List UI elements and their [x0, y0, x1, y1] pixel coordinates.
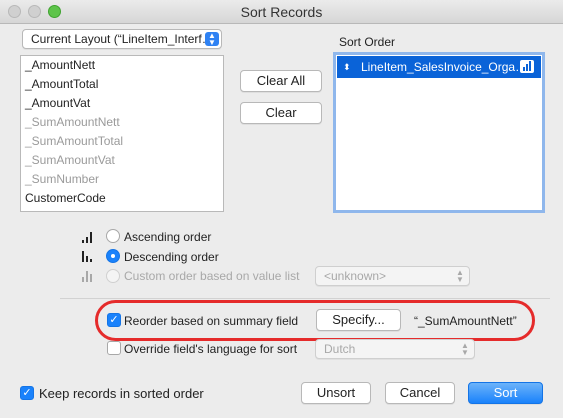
- specify-button[interactable]: Specify...: [316, 309, 401, 331]
- custom-order-icon: [82, 270, 94, 282]
- field-list-item[interactable]: _SumAmountNett: [25, 113, 120, 132]
- reorder-summary-checkbox[interactable]: ✓: [107, 313, 121, 327]
- field-list-item[interactable]: _SumNumber: [25, 170, 99, 189]
- sort-order-row[interactable]: ⬍ LineItem_SalesInvoice_Orga…: [337, 56, 541, 78]
- clear-all-button[interactable]: Clear All: [240, 70, 322, 92]
- summary-sort-icon: [520, 60, 534, 73]
- field-list-item[interactable]: _SumAmountVat: [25, 151, 115, 170]
- custom-order-label: Custom order based on value list: [124, 269, 300, 283]
- language-popup[interactable]: Dutch ▲ ▼: [315, 339, 475, 359]
- separator: [60, 298, 550, 299]
- window-title: Sort Records: [240, 4, 323, 20]
- sort-order-list[interactable]: ⬍ LineItem_SalesInvoice_Orga…: [333, 52, 545, 213]
- popup-stepper-icon: ▲ ▼: [461, 341, 469, 357]
- ascending-order-radio[interactable]: [106, 229, 120, 243]
- descending-order-radio[interactable]: [106, 249, 120, 263]
- language-popup-value: Dutch: [324, 342, 356, 356]
- reorder-handle-icon[interactable]: ⬍: [343, 56, 351, 78]
- override-language-checkbox[interactable]: [107, 341, 121, 355]
- descending-order-label: Descending order: [124, 250, 219, 264]
- title-bar: Sort Records: [0, 0, 563, 24]
- sort-button[interactable]: Sort: [468, 382, 543, 404]
- popup-stepper-icon: ▲ ▼: [205, 32, 219, 47]
- descending-order-icon: [82, 250, 94, 262]
- field-list[interactable]: _AmountNett _AmountTotal _AmountVat _Sum…: [20, 55, 224, 212]
- field-list-item[interactable]: _AmountTotal: [25, 75, 98, 94]
- ascending-order-label: Ascending order: [124, 230, 212, 244]
- clear-button[interactable]: Clear: [240, 102, 322, 124]
- value-list-popup[interactable]: <unknown> ▲ ▼: [315, 266, 470, 286]
- sort-order-row-label: LineItem_SalesInvoice_Orga…: [361, 60, 528, 74]
- override-language-label: Override field's language for sort: [124, 342, 298, 356]
- ascending-order-icon: [82, 231, 94, 243]
- field-list-item[interactable]: _SumAmountTotal: [25, 132, 123, 151]
- keep-sorted-checkbox[interactable]: ✓: [20, 386, 34, 400]
- cancel-button[interactable]: Cancel: [385, 382, 455, 404]
- reorder-summary-label: Reorder based on summary field: [124, 314, 299, 328]
- layout-popup-value: Current Layout (“LineItem_Interf…: [31, 32, 214, 46]
- keep-sorted-label: Keep records in sorted order: [39, 386, 204, 401]
- field-list-item[interactable]: CustomerCode: [25, 189, 106, 208]
- custom-order-radio[interactable]: [106, 269, 120, 283]
- summary-field-value: “_SumAmountNett”: [414, 314, 517, 328]
- sort-records-dialog: Sort Records Current Layout (“LineItem_I…: [0, 0, 563, 418]
- value-list-popup-value: <unknown>: [324, 269, 387, 283]
- field-list-item[interactable]: _AmountNett: [25, 56, 95, 75]
- sort-order-label: Sort Order: [339, 35, 396, 49]
- field-list-item[interactable]: _AmountVat: [25, 94, 90, 113]
- unsort-button[interactable]: Unsort: [301, 382, 371, 404]
- popup-stepper-icon: ▲ ▼: [456, 268, 464, 284]
- layout-popup[interactable]: Current Layout (“LineItem_Interf… ▲ ▼: [22, 29, 222, 49]
